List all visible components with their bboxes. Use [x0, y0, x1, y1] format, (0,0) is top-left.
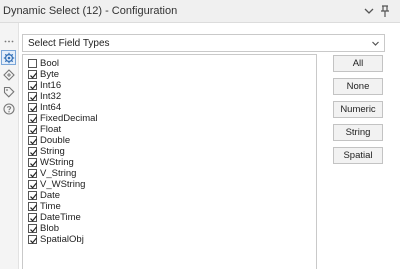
field-type-label: Date	[40, 190, 61, 201]
checkbox-wstring[interactable]	[28, 158, 38, 167]
field-type-label: Time	[40, 201, 61, 212]
checkbox-spatialobj[interactable]	[28, 235, 38, 244]
list-item[interactable]: Date	[28, 190, 60, 201]
chevron-down-icon[interactable]	[362, 4, 376, 18]
checkbox-string[interactable]	[28, 147, 38, 156]
list-item[interactable]: Double	[28, 135, 70, 146]
checkbox-blob[interactable]	[28, 224, 38, 233]
field-type-label: Float	[40, 124, 62, 135]
selector-value: Select Field Types	[28, 37, 110, 49]
list-item[interactable]: Int16	[28, 80, 61, 91]
checkbox-int32[interactable]	[28, 92, 38, 101]
list-item[interactable]: FixedDecimal	[28, 113, 98, 124]
checkbox-v-string[interactable]	[28, 169, 38, 178]
checkbox-datetime[interactable]	[28, 213, 38, 222]
field-type-label: Int32	[40, 91, 62, 102]
list-item[interactable]: Byte	[28, 69, 59, 80]
field-type-label: DateTime	[40, 212, 81, 223]
numeric-button[interactable]: Numeric	[333, 101, 383, 118]
list-item[interactable]: Blob	[28, 223, 59, 234]
checkbox-v-wstring[interactable]	[28, 180, 38, 189]
list-item[interactable]: Int64	[28, 102, 61, 113]
field-type-label: V_String	[40, 168, 77, 179]
field-type-label: Blob	[40, 223, 60, 234]
field-type-label: SpatialObj	[40, 234, 84, 245]
list-item[interactable]: SpatialObj	[28, 234, 84, 245]
list-item[interactable]: Bool	[28, 58, 59, 69]
title-bar: Dynamic Select (12) - Configuration	[0, 0, 400, 23]
field-type-label: FixedDecimal	[40, 113, 98, 124]
checkbox-byte[interactable]	[28, 70, 38, 79]
checkbox-double[interactable]	[28, 136, 38, 145]
checkbox-bool[interactable]	[28, 59, 37, 68]
field-type-list: Bool Byte Int16 Int32 Int64 FixedDecimal…	[22, 54, 317, 269]
list-item[interactable]: V_String	[28, 168, 76, 179]
field-type-label: Int16	[40, 80, 62, 91]
checkbox-int64[interactable]	[28, 103, 38, 112]
spatial-button[interactable]: Spatial	[333, 147, 383, 164]
field-type-label: Byte	[40, 69, 60, 80]
pin-icon[interactable]	[378, 4, 392, 18]
all-button[interactable]: All	[333, 55, 383, 72]
window-title: Dynamic Select (12) - Configuration	[3, 5, 178, 17]
none-button[interactable]: None	[333, 78, 383, 95]
checkbox-time[interactable]	[28, 202, 38, 211]
annotation-tag-icon[interactable]	[3, 86, 15, 98]
field-type-label: WString	[40, 157, 74, 168]
checkbox-float[interactable]	[28, 125, 38, 134]
list-item[interactable]: WString	[28, 157, 74, 168]
left-rail	[0, 23, 19, 269]
drag-handle-icon[interactable]	[4, 35, 14, 43]
chevron-down-icon	[371, 39, 380, 48]
connections-icon[interactable]	[3, 69, 15, 81]
field-type-label: Bool	[40, 58, 60, 69]
field-type-label: Int64	[40, 102, 62, 113]
checkbox-int16[interactable]	[28, 81, 38, 90]
list-item[interactable]: Time	[28, 201, 61, 212]
list-item[interactable]: Int32	[28, 91, 61, 102]
field-type-label: String	[40, 146, 65, 157]
field-type-label: V_WString	[40, 179, 86, 190]
configuration-gear-icon[interactable]	[3, 52, 15, 64]
checkbox-fixeddecimal[interactable]	[28, 114, 38, 123]
checkbox-date[interactable]	[28, 191, 38, 200]
list-item[interactable]: DateTime	[28, 212, 81, 223]
string-button[interactable]: String	[333, 124, 383, 141]
list-item[interactable]: V_WString	[28, 179, 85, 190]
field-type-selector[interactable]: Select Field Types	[22, 34, 385, 52]
list-item[interactable]: Float	[28, 124, 61, 135]
list-item[interactable]: String	[28, 146, 65, 157]
field-type-label: Double	[40, 135, 71, 146]
help-icon[interactable]	[3, 103, 15, 115]
